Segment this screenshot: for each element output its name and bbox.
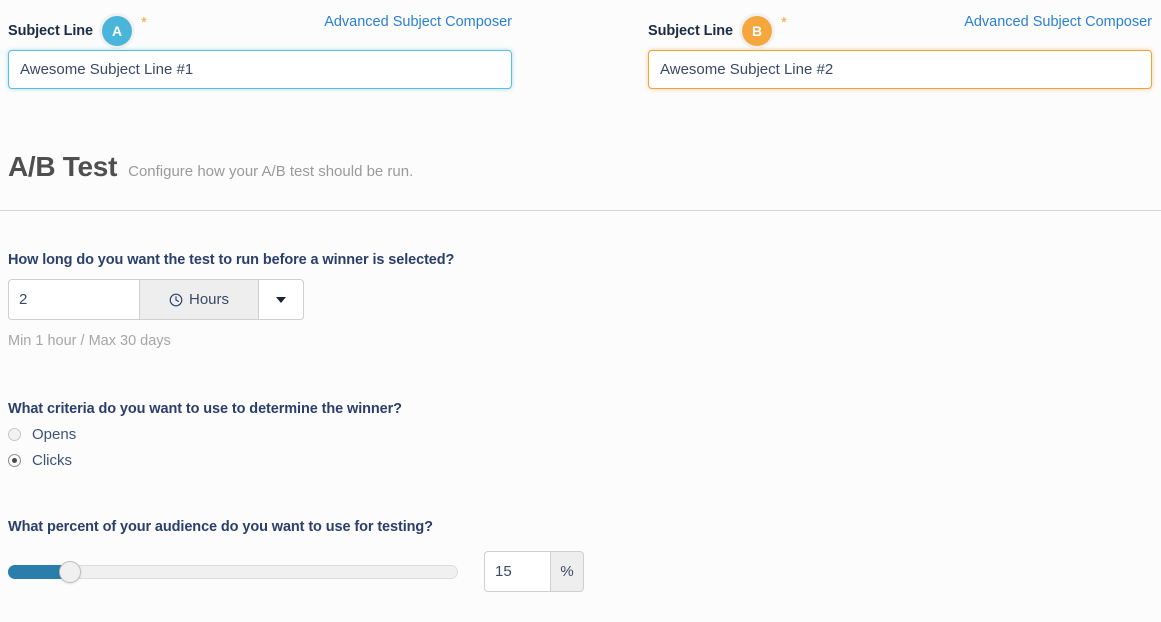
criteria-option-opens-label: Opens xyxy=(32,426,77,443)
subject-variant-a: Subject Line A * Advanced Subject Compos… xyxy=(0,12,520,89)
winner-criteria-block: What criteria do you want to use to dete… xyxy=(0,401,1161,469)
advanced-subject-composer-link-b[interactable]: Advanced Subject Composer xyxy=(964,14,1152,30)
ab-test-section-header: A/B Test Configure how your A/B test sho… xyxy=(0,151,1161,183)
test-duration-unit-addon[interactable]: Hours xyxy=(139,279,259,320)
test-duration-block: How long do you want the test to run bef… xyxy=(0,252,1161,349)
advanced-subject-composer-link-a[interactable]: Advanced Subject Composer xyxy=(324,14,512,30)
required-asterisk-b: * xyxy=(781,14,787,31)
subject-line-variants: Subject Line A * Advanced Subject Compos… xyxy=(0,0,1161,89)
slider-fill xyxy=(8,564,66,579)
test-duration-input[interactable] xyxy=(8,279,139,320)
subject-variant-a-header: Subject Line A * Advanced Subject Compos… xyxy=(8,12,512,50)
subject-line-input-b[interactable] xyxy=(648,50,1152,89)
audience-percent-slider[interactable] xyxy=(8,560,458,583)
percent-unit-addon: % xyxy=(550,551,584,592)
page-title: A/B Test xyxy=(8,151,118,182)
audience-percent-input-group: % xyxy=(484,551,584,592)
subject-variant-b-header: Subject Line B * Advanced Subject Compos… xyxy=(648,12,1152,50)
criteria-option-clicks[interactable]: Clicks xyxy=(8,452,1153,469)
required-asterisk-a: * xyxy=(141,14,147,31)
subject-variant-b: Subject Line B * Advanced Subject Compos… xyxy=(640,12,1160,89)
subject-line-label-a: Subject Line xyxy=(8,23,94,39)
audience-percent-input[interactable] xyxy=(484,551,550,592)
section-divider xyxy=(0,210,1161,211)
criteria-option-opens[interactable]: Opens xyxy=(8,426,1153,443)
test-duration-unit-label: Hours xyxy=(188,291,229,308)
chevron-down-icon xyxy=(276,296,286,303)
variant-badge-b: B xyxy=(742,16,773,46)
subject-line-label-b: Subject Line xyxy=(648,23,734,39)
clock-icon xyxy=(169,293,183,307)
test-duration-question: How long do you want the test to run bef… xyxy=(8,252,455,268)
test-duration-helper-text: Min 1 hour / Max 30 days xyxy=(8,333,171,349)
radio-opens[interactable] xyxy=(8,428,21,441)
criteria-option-clicks-label: Clicks xyxy=(32,452,72,469)
audience-percent-question: What percent of your audience do you wan… xyxy=(8,519,433,535)
page-subtitle: Configure how your A/B test should be ru… xyxy=(128,163,414,180)
winner-criteria-question: What criteria do you want to use to dete… xyxy=(8,401,402,417)
audience-percent-block: What percent of your audience do you wan… xyxy=(0,519,1161,592)
slider-thumb[interactable] xyxy=(59,560,81,583)
variant-badge-a: A xyxy=(102,16,133,46)
subject-line-input-a[interactable] xyxy=(8,50,512,89)
radio-clicks[interactable] xyxy=(8,454,21,467)
test-duration-unit-dropdown-button[interactable] xyxy=(259,279,304,320)
test-duration-input-group: Hours xyxy=(8,279,312,320)
audience-percent-controls: % xyxy=(8,551,1153,592)
